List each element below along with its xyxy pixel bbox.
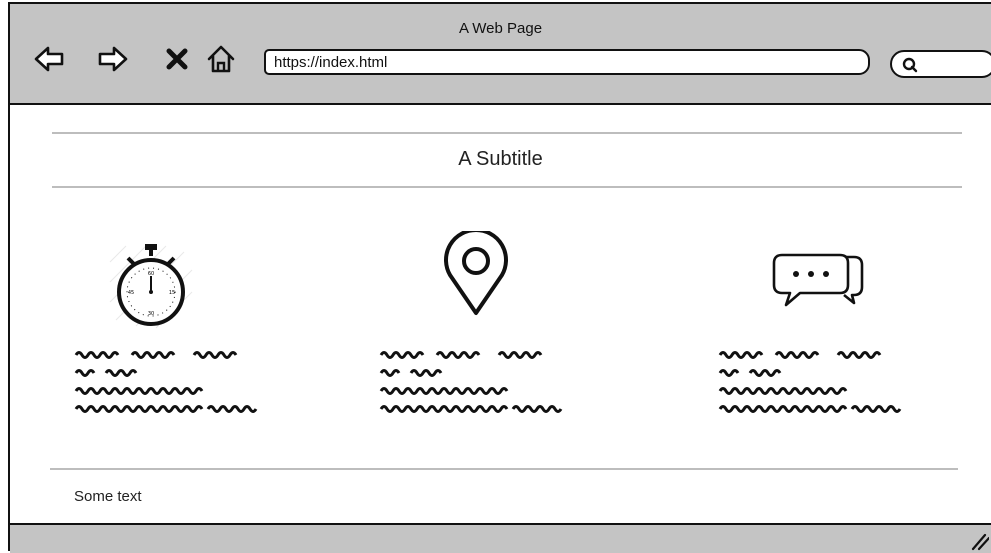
stop-button[interactable]: [164, 46, 190, 72]
footer-text: Some text: [74, 488, 142, 505]
svg-text:30: 30: [148, 311, 154, 317]
close-icon: [166, 48, 188, 70]
browser-window: A Web Page https://index.html A Subtitle…: [8, 2, 991, 553]
divider: [52, 132, 962, 134]
search-input[interactable]: [890, 50, 991, 78]
stopwatch-icon: 60 30 45 15: [109, 244, 193, 329]
location-pin-icon: [444, 231, 508, 315]
window-title: A Web Page: [458, 20, 543, 37]
back-button[interactable]: [34, 44, 64, 74]
svg-text:60: 60: [148, 271, 154, 277]
arrow-left-icon: [34, 46, 64, 72]
feature-text-2: [379, 348, 569, 428]
browser-titlebar: A Web Page https://index.html: [10, 4, 991, 105]
home-icon: [207, 45, 235, 73]
address-bar[interactable]: https://index.html: [264, 49, 870, 75]
divider: [50, 468, 958, 470]
svg-text:15: 15: [169, 290, 175, 296]
svg-text:45: 45: [128, 290, 134, 296]
feature-text-3: [718, 348, 908, 428]
chat-bubbles-icon: [772, 253, 864, 307]
search-icon: [902, 57, 918, 73]
feature-text-1: [74, 348, 264, 428]
divider: [52, 186, 962, 188]
forward-button[interactable]: [98, 44, 128, 74]
status-bar: [10, 523, 991, 553]
page-content: A Subtitle 60 30 45 15 Some text: [10, 105, 991, 525]
arrow-right-icon: [98, 46, 128, 72]
home-button[interactable]: [206, 44, 236, 74]
resize-grip-icon[interactable]: [967, 531, 989, 551]
page-subtitle: A Subtitle: [458, 148, 543, 170]
